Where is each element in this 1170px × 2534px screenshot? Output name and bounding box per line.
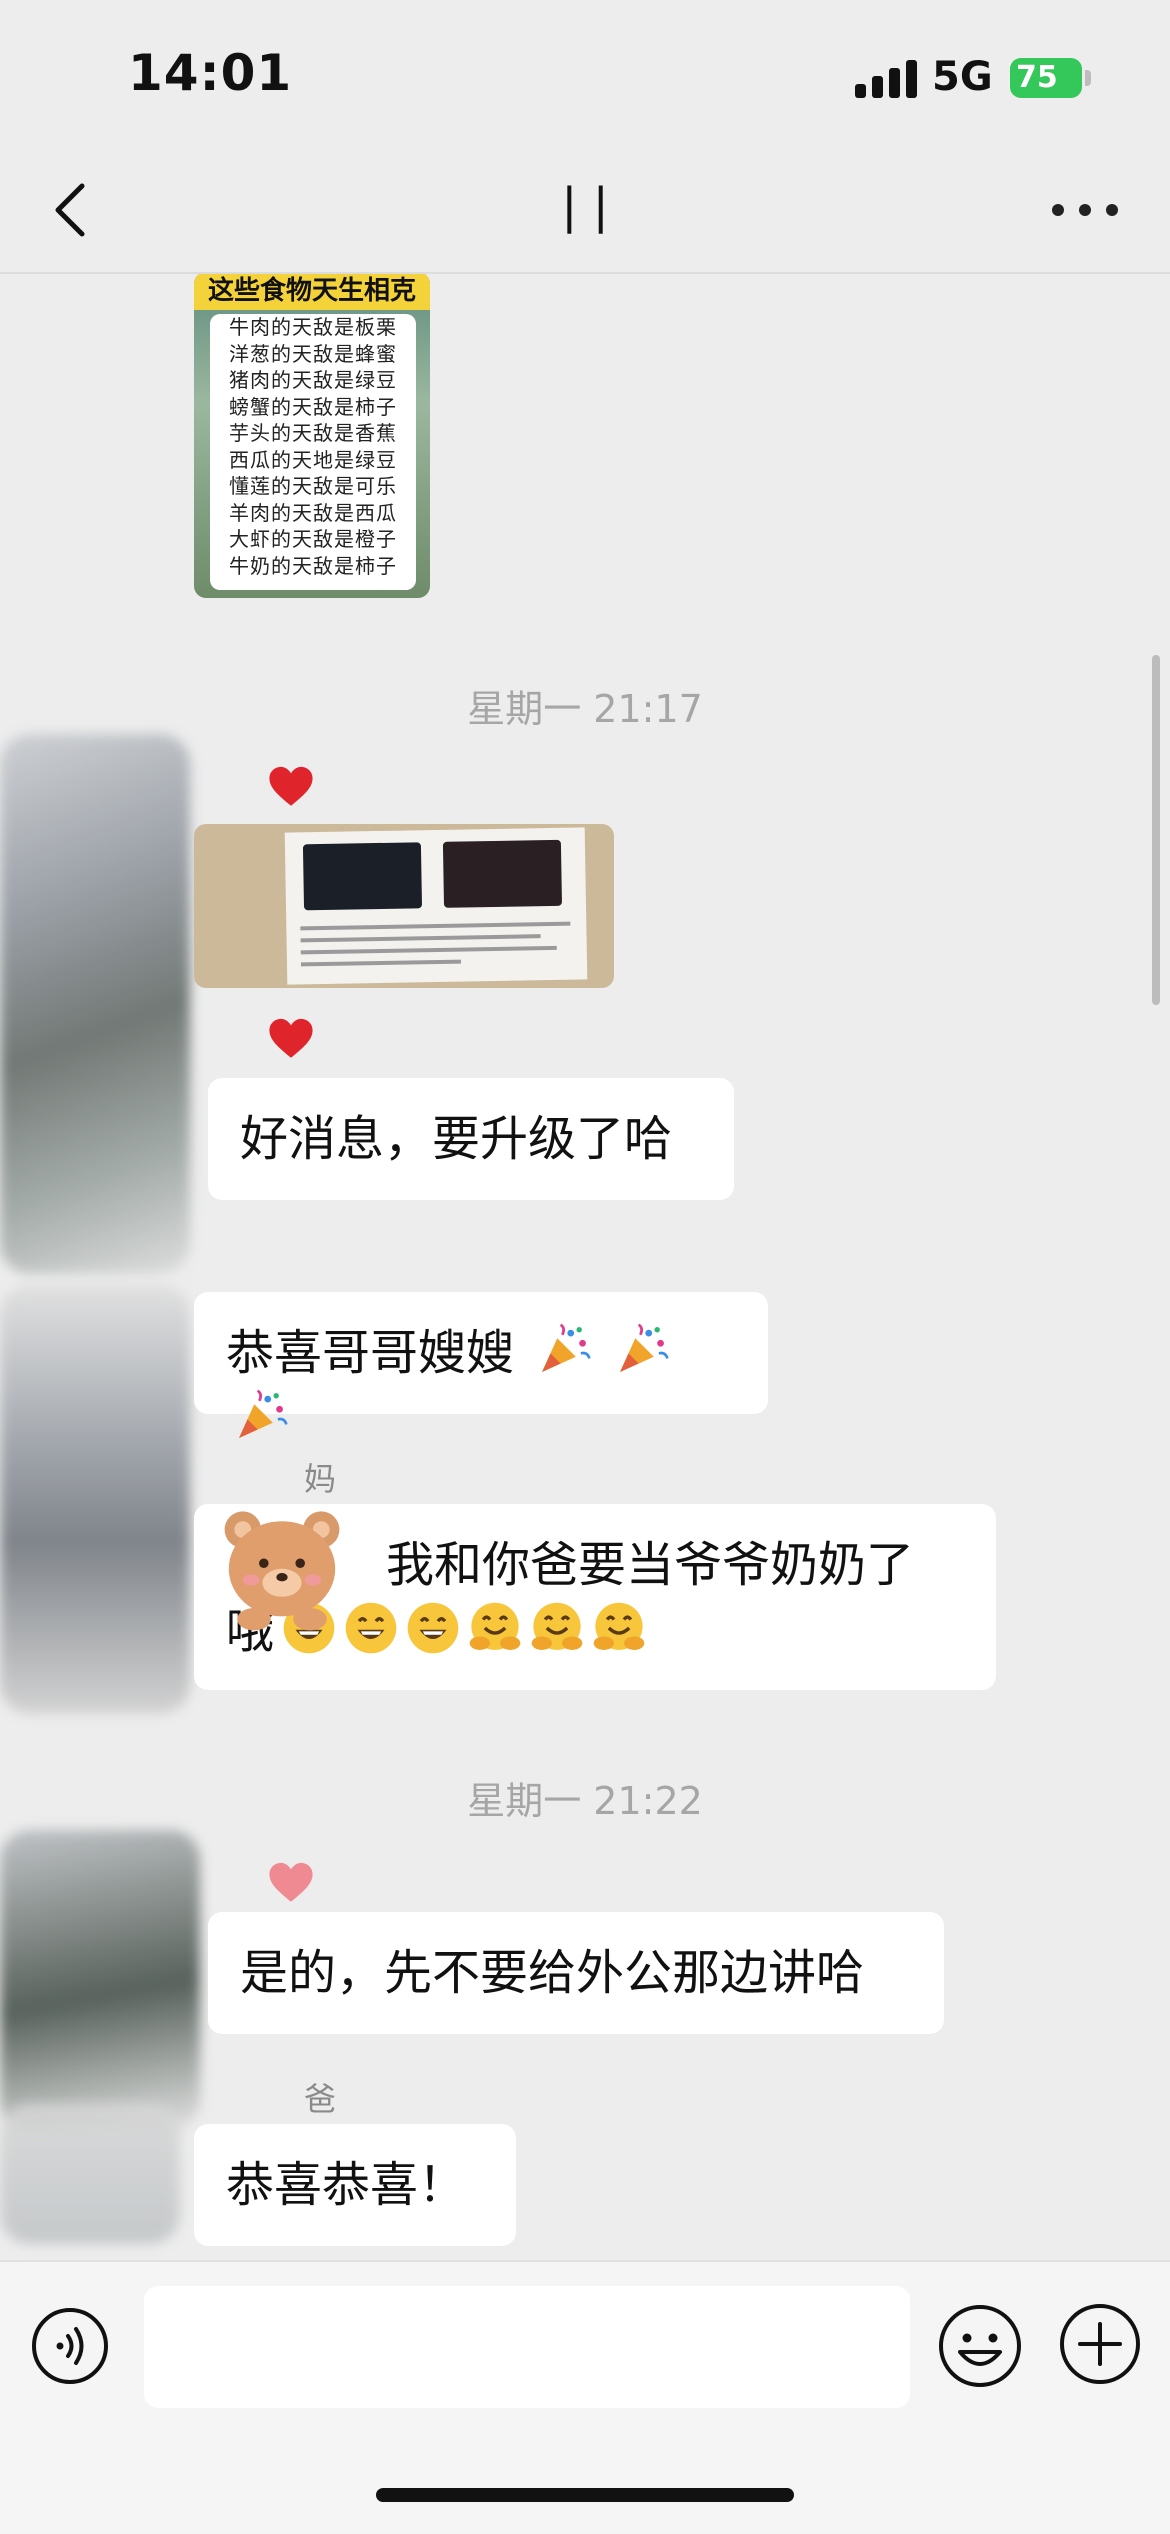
food-line: 洋葱的天敌是蜂蜜 <box>229 341 397 366</box>
voice-icon <box>32 2308 108 2384</box>
avatar[interactable] <box>0 2104 180 2244</box>
party-popper-emoji <box>542 1323 591 1372</box>
network-label: 5G <box>932 54 993 100</box>
scan-paper <box>284 827 588 985</box>
scan-text-line <box>300 921 571 931</box>
more-button[interactable] <box>1050 202 1120 218</box>
food-line: 猪肉的天敌是绿豆 <box>229 368 397 392</box>
emoji-button[interactable] <box>936 2302 1024 2390</box>
party-popper-emoji <box>239 1389 288 1438</box>
scrollbar[interactable] <box>1152 655 1160 1005</box>
message-input[interactable] <box>144 2286 910 2408</box>
grinning-face-emoji <box>345 1602 397 1654</box>
status-time: 14:01 <box>128 44 293 102</box>
nav-bar: | | <box>0 150 1170 274</box>
food-line: 螃蟹的天敌是柿子 <box>229 394 397 419</box>
bear-avatar[interactable] <box>212 1496 352 1636</box>
message-text: 好消息，要升级了哈 <box>240 1111 673 1167</box>
hugging-face-emoji <box>531 1602 583 1650</box>
message-bubble[interactable]: 是的，先不要给外公那边讲哈 <box>208 1912 944 2034</box>
avatar[interactable] <box>0 1284 190 1714</box>
food-line: 懂莲的天敌是可乐 <box>229 474 397 498</box>
food-line: 牛奶的天敌是柿子 <box>229 553 397 578</box>
heart-icon <box>269 1862 313 1902</box>
battery-level: 75 <box>1016 60 1058 95</box>
time-separator: 星期一 21:17 <box>467 687 703 731</box>
message-bubble[interactable]: 恭喜恭喜！ <box>194 2124 516 2246</box>
scan-picture <box>442 839 563 908</box>
voice-button[interactable] <box>30 2306 110 2386</box>
party-popper-emoji <box>619 1323 669 1372</box>
ultrasound-image-message[interactable] <box>194 824 614 988</box>
sender-name: 妈 <box>304 1460 337 1498</box>
avatar[interactable] <box>0 734 190 1274</box>
sender-name: 爸 <box>304 2080 337 2118</box>
food-line: 牛肉的天敌是板栗 <box>229 315 397 339</box>
food-image-title: 这些食物天生相克 <box>194 274 430 310</box>
scan-picture <box>302 842 423 911</box>
scan-text-line <box>300 934 541 943</box>
input-bar <box>0 2260 1170 2534</box>
food-line: 芋头的天敌是香蕉 <box>229 421 397 445</box>
food-image-list: 牛肉的天敌是板栗 洋葱的天敌是蜂蜜 猪肉的天敌是绿豆 螃蟹的天敌是柿子 芋头的天… <box>210 314 416 590</box>
home-indicator <box>376 2488 794 2502</box>
scan-text-line <box>300 959 462 967</box>
signal-icon <box>855 60 917 98</box>
plus-button[interactable] <box>1058 2302 1142 2386</box>
battery-cap <box>1085 70 1091 86</box>
emoji-icon <box>939 2305 1021 2387</box>
scan-text-line <box>300 945 557 955</box>
grinning-face-emoji <box>407 1602 459 1654</box>
message-bubble[interactable]: 恭喜哥哥嫂嫂 <box>194 1292 768 1438</box>
chat-title: | | <box>561 178 609 234</box>
hugging-face-emoji <box>469 1602 521 1650</box>
avatar[interactable] <box>0 1830 200 2130</box>
battery-icon: 75 <box>1010 58 1082 98</box>
food-line: 大虾的天敌是橙子 <box>229 527 397 551</box>
message-text: 恭喜恭喜！ <box>226 2157 467 2213</box>
hugging-face-emoji <box>593 1602 645 1650</box>
heart-icon <box>269 1018 313 1058</box>
heart-icon <box>269 766 313 806</box>
message-text: 是的，先不要给外公那边讲哈 <box>240 1945 865 2001</box>
time-separator: 星期一 21:22 <box>467 1779 703 1823</box>
plus-icon <box>1060 2304 1140 2384</box>
food-line: 西瓜的天地是绿豆 <box>229 447 397 472</box>
message-bubble[interactable]: 好消息，要升级了哈 <box>208 1078 734 1200</box>
message-text: 恭喜哥哥嫂嫂 <box>226 1325 515 1381</box>
chat-history[interactable]: 这些食物天生相克 牛肉的天敌是板栗 洋葱的天敌是蜂蜜 猪肉的天敌是绿豆 螃蟹的天… <box>0 274 1170 2260</box>
food-image-message[interactable]: 这些食物天生相克 牛肉的天敌是板栗 洋葱的天敌是蜂蜜 猪肉的天敌是绿豆 螃蟹的天… <box>194 274 430 598</box>
food-line: 羊肉的天敌是西瓜 <box>229 500 397 525</box>
status-bar: 14:01 5G 75 <box>0 0 1170 150</box>
